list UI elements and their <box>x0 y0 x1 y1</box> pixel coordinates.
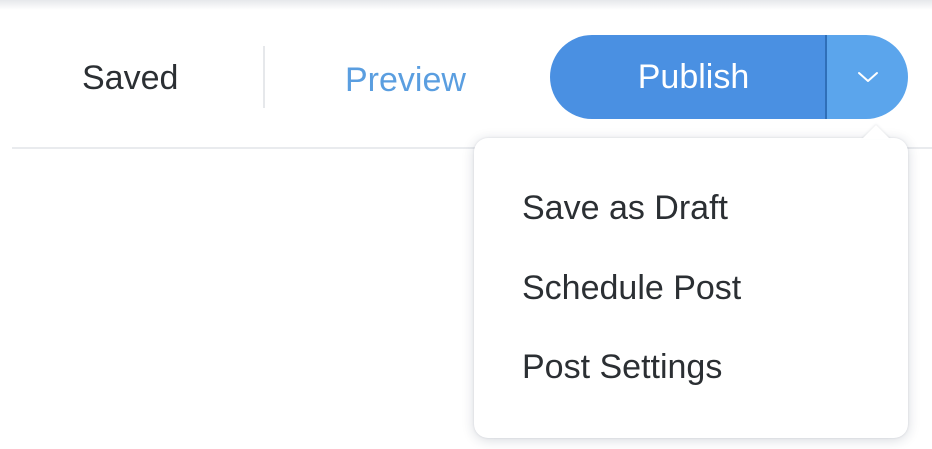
menu-item-schedule-post[interactable]: Schedule Post <box>522 266 741 310</box>
menu-item-post-settings[interactable]: Post Settings <box>522 345 722 389</box>
preview-button[interactable]: Preview <box>345 58 466 102</box>
publish-button[interactable]: Publish <box>550 35 825 119</box>
menu-item-save-as-draft[interactable]: Save as Draft <box>522 186 728 230</box>
editor-header: Saved Preview Publish <box>0 0 932 148</box>
publish-options-toggle[interactable] <box>827 35 908 119</box>
chevron-down-icon <box>857 72 878 82</box>
header-separator <box>263 46 265 108</box>
save-status-text: Saved <box>82 59 179 97</box>
publish-split-button: Publish <box>550 35 908 119</box>
menu-caret <box>862 125 890 139</box>
editor-page: Saved Preview Publish Save as Draft Sche… <box>0 0 932 449</box>
publish-options-menu: Save as Draft Schedule Post Post Setting… <box>474 138 908 438</box>
